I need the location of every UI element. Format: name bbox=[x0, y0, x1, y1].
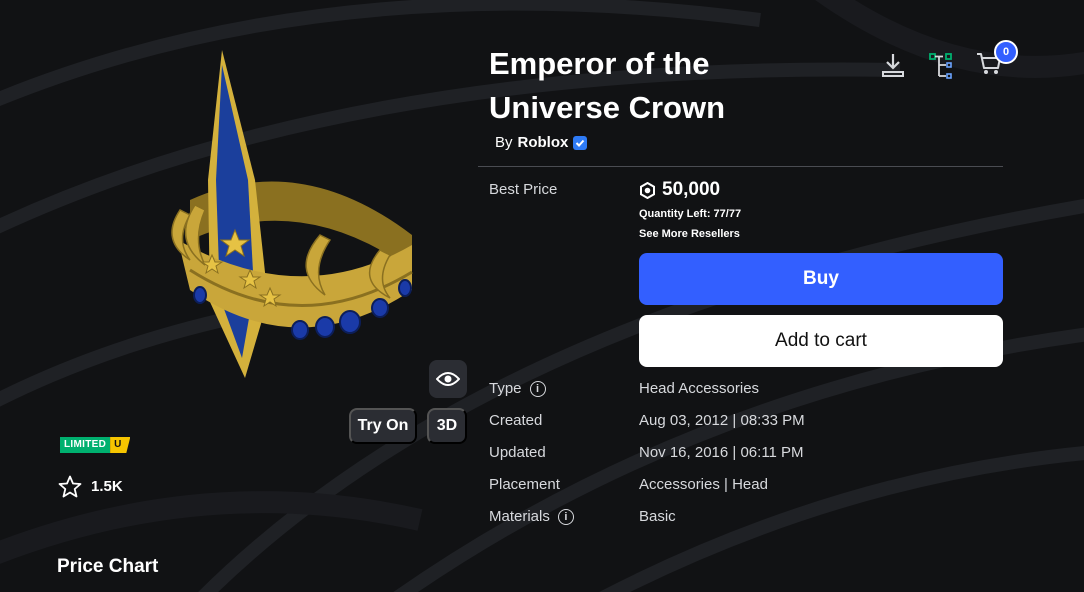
detail-value-placement: Accessories | Head bbox=[639, 476, 768, 493]
best-price-label: Best Price bbox=[489, 181, 558, 198]
favorite-button[interactable]: 1.5K bbox=[58, 475, 123, 498]
quantity-left: Quantity Left: 77/77 bbox=[639, 208, 742, 220]
detail-label-text: Created bbox=[489, 412, 543, 429]
buy-button[interactable]: Buy bbox=[639, 253, 1003, 305]
title-divider bbox=[478, 166, 1003, 167]
item-actions: 0 bbox=[880, 40, 1018, 81]
item-title: Emperor of the Universe Crown bbox=[489, 46, 726, 125]
cart-button[interactable]: 0 bbox=[976, 40, 1018, 81]
detail-label-placement: Placement bbox=[489, 476, 560, 493]
detail-label-materials: Materials i bbox=[489, 508, 574, 525]
limited-badge: LIMITED U bbox=[60, 437, 131, 453]
creator-link[interactable]: Roblox bbox=[518, 134, 569, 151]
detail-label-text: Materials bbox=[489, 508, 550, 525]
add-to-cart-button[interactable]: Add to cart bbox=[639, 315, 1003, 367]
verified-badge-icon bbox=[573, 135, 588, 150]
detail-value-type: Head Accessories bbox=[639, 380, 760, 397]
detail-value-materials: Basic bbox=[639, 508, 676, 525]
detail-label-text: Placement bbox=[489, 476, 560, 493]
detail-value-updated: Nov 16, 2016 | 06:11 PM bbox=[639, 444, 804, 461]
eye-icon bbox=[436, 372, 460, 386]
item-thumbnail bbox=[150, 40, 440, 390]
info-icon[interactable]: i bbox=[557, 508, 574, 525]
by-prefix: By bbox=[495, 134, 513, 151]
star-icon bbox=[58, 475, 82, 498]
try-on-button[interactable]: Try On bbox=[349, 408, 417, 444]
info-icon[interactable]: i bbox=[529, 380, 546, 397]
detail-label-updated: Updated bbox=[489, 444, 546, 461]
detail-label-created: Created bbox=[489, 412, 542, 429]
view-toggle-button[interactable] bbox=[429, 360, 467, 398]
price-display: 50,000 bbox=[639, 179, 720, 201]
detail-label-text: Updated bbox=[489, 444, 546, 461]
limited-unique-label: U bbox=[110, 437, 131, 453]
see-more-resellers-link[interactable]: See More Resellers bbox=[639, 228, 740, 240]
limited-label: LIMITED bbox=[60, 437, 111, 453]
robux-icon bbox=[640, 181, 655, 199]
detail-label-type: Type i bbox=[489, 380, 546, 397]
download-icon[interactable] bbox=[880, 51, 906, 79]
3d-view-button[interactable]: 3D bbox=[427, 408, 467, 444]
detail-label-text: Type bbox=[489, 380, 522, 397]
creator-byline: By Roblox bbox=[495, 134, 588, 151]
price-value: 50,000 bbox=[662, 179, 721, 200]
cart-count-badge: 0 bbox=[994, 40, 1018, 64]
price-chart-heading: Price Chart bbox=[57, 556, 159, 577]
favorite-count: 1.5K bbox=[91, 478, 123, 495]
hierarchy-icon[interactable] bbox=[928, 51, 954, 79]
detail-value-created: Aug 03, 2012 | 08:33 PM bbox=[639, 412, 805, 429]
